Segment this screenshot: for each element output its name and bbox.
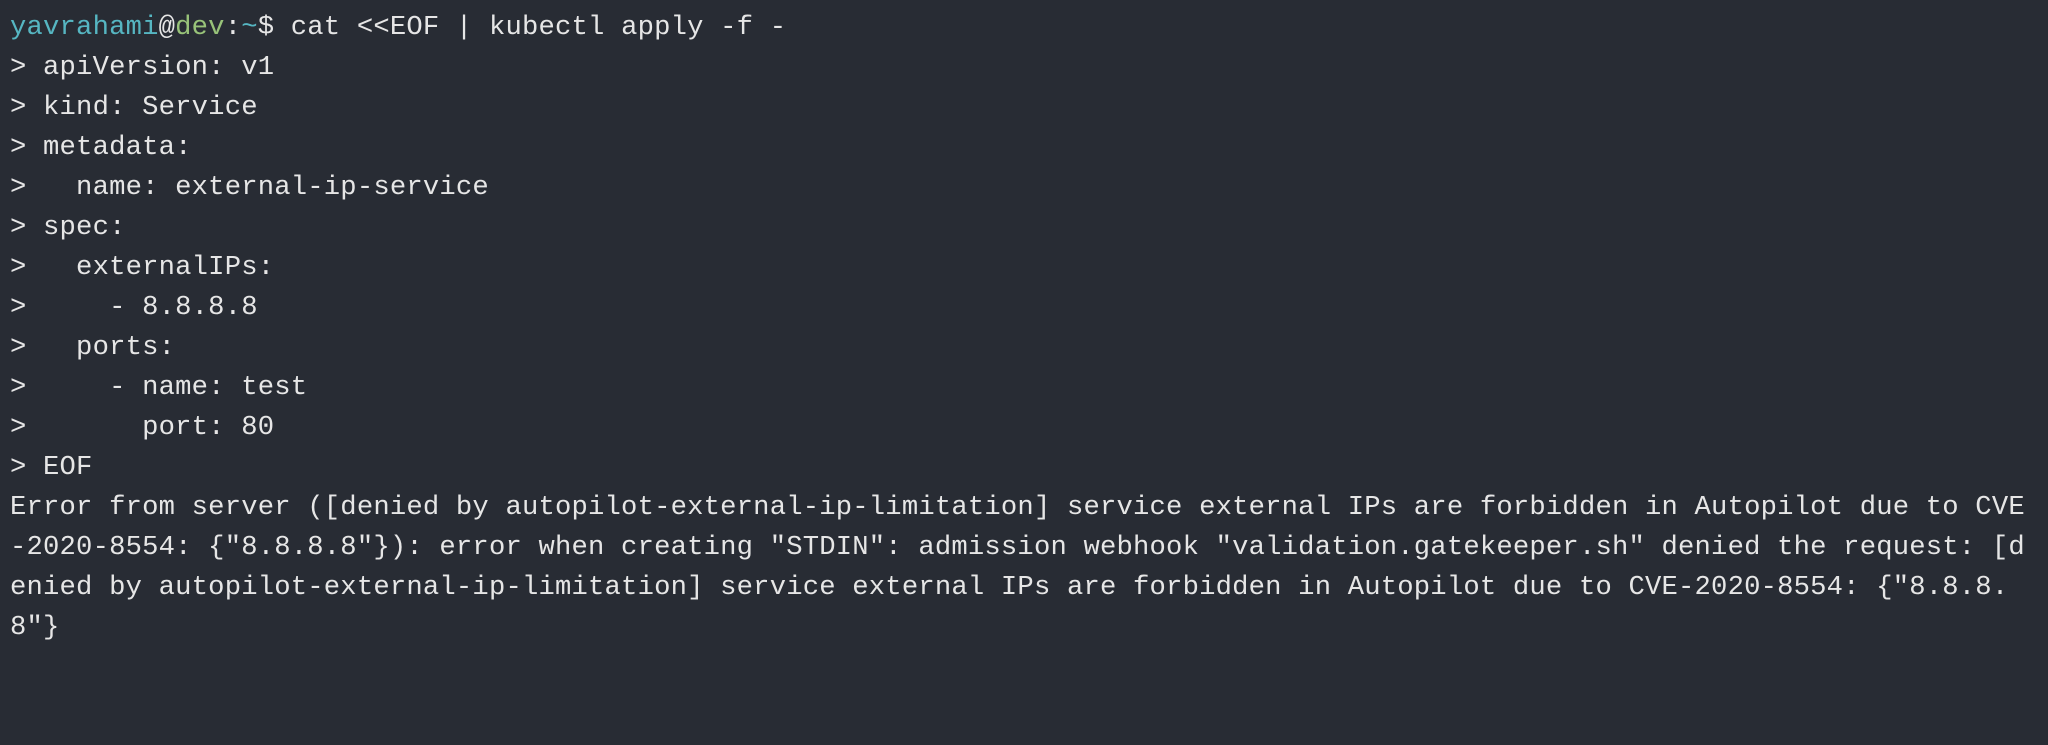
heredoc-line: > port: 80 bbox=[10, 412, 274, 443]
prompt-host: dev bbox=[175, 12, 225, 43]
prompt-at: @ bbox=[159, 12, 176, 43]
command-text: cat <<EOF | kubectl apply -f - bbox=[291, 12, 786, 43]
heredoc-line: > - 8.8.8.8 bbox=[10, 292, 258, 323]
heredoc-line: > name: external-ip-service bbox=[10, 172, 489, 203]
heredoc-line: > spec: bbox=[10, 212, 126, 243]
prompt-path: ~ bbox=[241, 12, 258, 43]
prompt-user: yavrahami bbox=[10, 12, 159, 43]
error-output: Error from server ([denied by autopilot-… bbox=[10, 492, 2025, 643]
heredoc-line: > apiVersion: v1 bbox=[10, 52, 274, 83]
heredoc-line: > ports: bbox=[10, 332, 175, 363]
heredoc-line: > EOF bbox=[10, 452, 93, 483]
prompt-sep: : bbox=[225, 12, 242, 43]
heredoc-line: > externalIPs: bbox=[10, 252, 274, 283]
heredoc-line: > kind: Service bbox=[10, 92, 258, 123]
heredoc-line: > - name: test bbox=[10, 372, 307, 403]
terminal[interactable]: yavrahami@dev:~$ cat <<EOF | kubectl app… bbox=[0, 0, 2048, 745]
prompt-dollar: $ bbox=[258, 12, 291, 43]
heredoc-line: > metadata: bbox=[10, 132, 192, 163]
